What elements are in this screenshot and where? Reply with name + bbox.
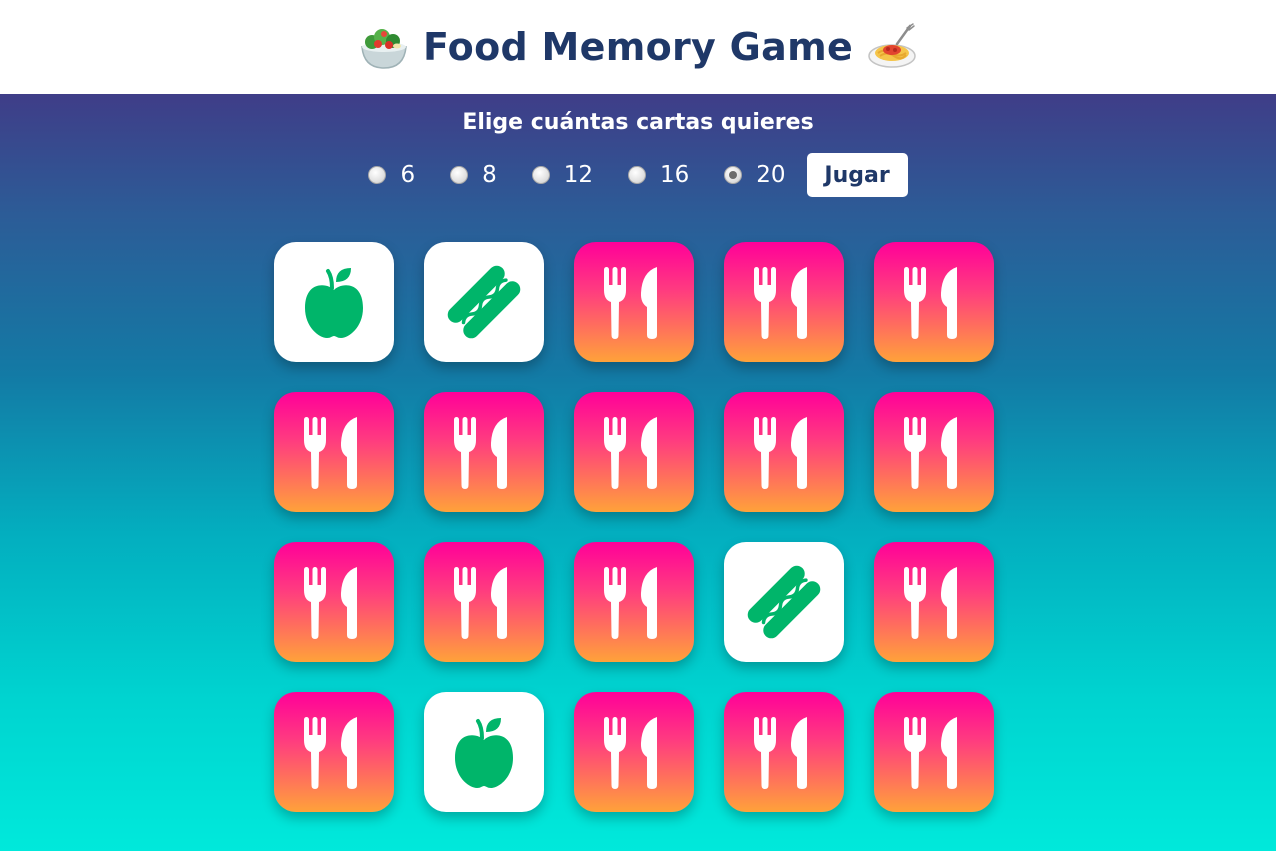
option-16-label: 16 [660, 162, 690, 188]
fork-knife-icon [895, 563, 973, 641]
apple-icon [445, 713, 523, 791]
card-hidden[interactable] [274, 542, 394, 662]
card-hidden[interactable] [724, 392, 844, 512]
card-hidden[interactable] [874, 542, 994, 662]
card-hidden[interactable] [424, 392, 544, 512]
card-hidden[interactable] [874, 392, 994, 512]
card-hidden[interactable] [424, 542, 544, 662]
fork-knife-icon [595, 263, 673, 341]
option-6-label: 6 [400, 162, 416, 188]
card-revealed[interactable] [274, 242, 394, 362]
card-revealed[interactable] [424, 242, 544, 362]
fork-knife-icon [595, 713, 673, 791]
card-hidden[interactable] [874, 242, 994, 362]
radio-20[interactable] [724, 166, 743, 184]
page-title: Food Memory Game [422, 25, 854, 69]
option-12[interactable]: 12 [531, 162, 593, 188]
option-20[interactable]: 20 [724, 162, 786, 188]
fork-knife-icon [895, 713, 973, 791]
game-area: Elige cuántas cartas quieres 6 8 12 16 2… [0, 94, 1276, 851]
card-count-prompt: Elige cuántas cartas quieres [462, 110, 814, 135]
card-hidden[interactable] [874, 692, 994, 812]
fork-knife-icon [745, 413, 823, 491]
fork-knife-icon [445, 563, 523, 641]
radio-12[interactable] [531, 166, 550, 184]
card-revealed[interactable] [424, 692, 544, 812]
hotdog-icon [745, 563, 823, 641]
spaghetti-icon [868, 23, 916, 68]
fork-knife-icon [895, 413, 973, 491]
fork-knife-icon [895, 263, 973, 341]
card-hidden[interactable] [724, 692, 844, 812]
option-20-label: 20 [756, 162, 786, 188]
card-hidden[interactable] [274, 692, 394, 812]
fork-knife-icon [295, 563, 373, 641]
fork-knife-icon [295, 713, 373, 791]
fork-knife-icon [745, 263, 823, 341]
card-hidden[interactable] [574, 692, 694, 812]
card-count-selector: 6 8 12 16 20 Jugar [0, 153, 1276, 197]
card-grid [274, 242, 994, 812]
card-hidden[interactable] [574, 242, 694, 362]
option-16[interactable]: 16 [628, 162, 689, 188]
header: Food Memory Game [0, 0, 1276, 94]
option-8-label: 8 [482, 162, 497, 188]
card-revealed[interactable] [724, 542, 844, 662]
card-hidden[interactable] [724, 242, 844, 362]
card-hidden[interactable] [574, 392, 694, 512]
fork-knife-icon [295, 413, 373, 491]
apple-icon [295, 263, 373, 341]
card-hidden[interactable] [274, 392, 394, 512]
option-12-label: 12 [563, 162, 593, 188]
radio-16[interactable] [628, 166, 646, 184]
hotdog-icon [445, 263, 523, 341]
fork-knife-icon [595, 563, 673, 641]
radio-6[interactable] [368, 166, 387, 184]
play-button[interactable]: Jugar [806, 153, 908, 197]
fork-knife-icon [745, 713, 823, 791]
card-hidden[interactable] [574, 542, 694, 662]
fork-knife-icon [445, 413, 523, 491]
salad-icon [361, 29, 407, 69]
radio-8[interactable] [450, 166, 469, 184]
fork-knife-icon [595, 413, 673, 491]
option-6[interactable]: 6 [368, 162, 415, 188]
option-8[interactable]: 8 [450, 162, 497, 188]
